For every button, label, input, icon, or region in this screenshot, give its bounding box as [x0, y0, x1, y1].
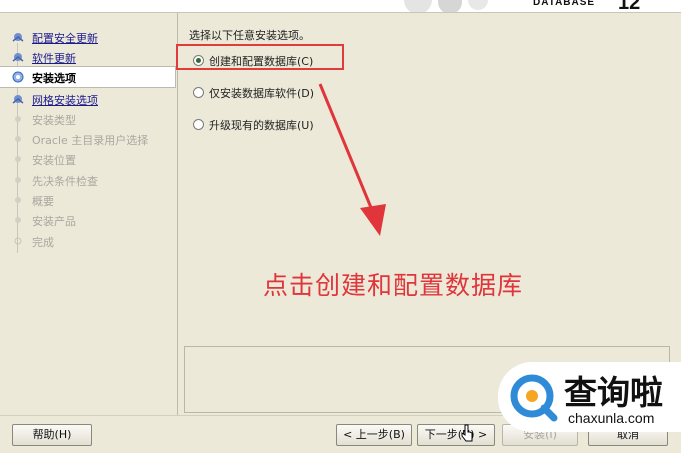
- step-summary: 概要: [0, 190, 176, 210]
- step-label: 安装类型: [32, 114, 76, 127]
- brand-text: DATABASE: [533, 0, 596, 8]
- step-label: Oracle 主目录用户选择: [32, 134, 149, 147]
- step-label: 网格安装选项: [32, 94, 98, 107]
- step-install-product: 安装产品: [0, 210, 176, 230]
- step-pending-icon: [14, 237, 22, 245]
- installer-header: DATABASE 12: [0, 0, 681, 14]
- highlight-box: [176, 44, 344, 70]
- step-pending-icon: [15, 136, 21, 142]
- step-installation-option[interactable]: 安装选项: [0, 66, 176, 88]
- help-button[interactable]: 帮助(H): [12, 424, 92, 446]
- step-prerequisite-checks: 先决条件检查: [0, 170, 176, 190]
- step-label: 安装产品: [32, 215, 76, 228]
- step-pending-icon: [15, 197, 21, 203]
- annotation-arrow-icon: [318, 83, 386, 236]
- step-sidebar: 配置安全更新 软件更新 安装选项 网格安装选项 安装类型 Oracle 主目录用…: [0, 13, 176, 415]
- step-software-updates[interactable]: 软件更新: [0, 47, 176, 67]
- step-label: 软件更新: [32, 52, 76, 65]
- option-label: 仅安装数据库软件(D): [209, 87, 315, 100]
- step-pending-icon: [15, 156, 21, 162]
- option-label: 升级现有的数据库(U): [209, 119, 314, 132]
- step-configure-security-updates[interactable]: 配置安全更新: [0, 27, 176, 47]
- radio-button[interactable]: [193, 87, 204, 98]
- instruction-text: 选择以下任意安装选项。: [189, 29, 310, 42]
- step-label: 安装位置: [32, 154, 76, 167]
- watermark-title: 查询啦: [564, 373, 663, 412]
- step-install-location: 安装位置: [0, 149, 176, 169]
- step-pending-icon: [15, 116, 21, 122]
- next-button[interactable]: 下一步(N) >: [417, 424, 495, 446]
- step-label: 概要: [32, 195, 54, 208]
- step-done-icon: [12, 95, 24, 104]
- step-label: 先决条件检查: [32, 175, 98, 188]
- step-install-type: 安装类型: [0, 109, 176, 129]
- watermark-url: chaxunla.com: [568, 410, 655, 426]
- step-grid-installation-options[interactable]: 网格安装选项: [0, 89, 176, 109]
- step-current-icon: [12, 71, 24, 83]
- step-done-icon: [12, 53, 24, 62]
- step-pending-icon: [15, 177, 21, 183]
- annotation-text: 点击创建和配置数据库: [263, 271, 524, 300]
- step-label: 完成: [32, 236, 54, 249]
- step-label: 安装选项: [32, 72, 76, 85]
- step-done-icon: [12, 33, 24, 42]
- step-label: 配置安全更新: [32, 32, 98, 45]
- step-pending-icon: [15, 217, 21, 223]
- magnifier-logo-icon: [510, 374, 558, 422]
- mouse-cursor-icon: [461, 424, 473, 442]
- radio-button[interactable]: [193, 119, 204, 130]
- gears-graphic: [388, 0, 498, 12]
- step-finish: 完成: [0, 231, 176, 251]
- step-oracle-home-user: Oracle 主目录用户选择: [0, 129, 176, 149]
- back-button[interactable]: < 上一步(B): [336, 424, 412, 446]
- watermark-logo: 查询啦 chaxunla.com: [498, 362, 681, 432]
